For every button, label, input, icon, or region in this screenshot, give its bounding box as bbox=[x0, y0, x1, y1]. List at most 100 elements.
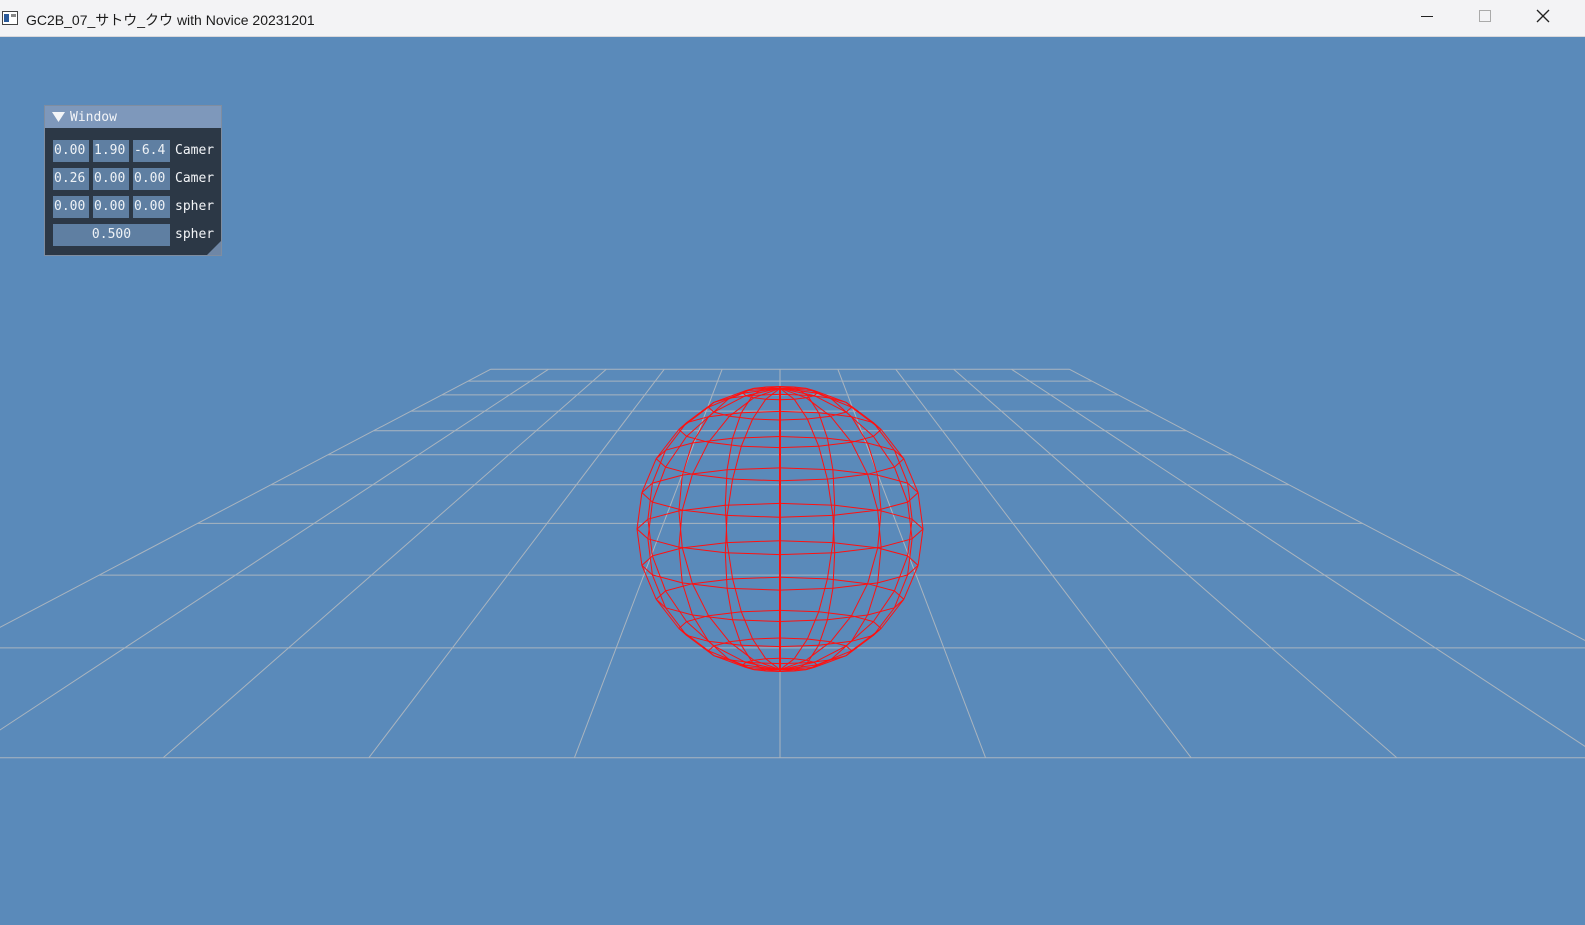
sphere-edge bbox=[729, 638, 753, 643]
sphere-edge bbox=[818, 441, 852, 447]
sphere-center-x-field[interactable]: 0.00 bbox=[53, 196, 89, 218]
sphere-edge bbox=[873, 607, 895, 636]
grid-line bbox=[368, 368, 665, 759]
grid-line bbox=[573, 369, 723, 758]
grid-line bbox=[162, 368, 607, 759]
sphere-edge bbox=[779, 540, 833, 544]
sphere-edge bbox=[877, 547, 908, 557]
sphere-edge bbox=[813, 662, 818, 666]
collapse-arrow-icon[interactable] bbox=[52, 112, 65, 122]
imgui-title-bar[interactable]: Window bbox=[45, 106, 221, 128]
sphere-edge bbox=[708, 611, 742, 617]
sphere-edge bbox=[708, 441, 742, 447]
camera-rotate-x-field[interactable]: 0.26 bbox=[53, 168, 89, 190]
sphere-edge bbox=[636, 528, 643, 566]
sphere-edge bbox=[877, 547, 882, 583]
grid-line bbox=[0, 368, 491, 628]
sphere-edge bbox=[652, 547, 683, 557]
sphere-radius-row: 0.500 spher bbox=[53, 224, 221, 246]
sphere-edge bbox=[779, 514, 833, 518]
sphere-edge bbox=[779, 398, 795, 401]
sphere-edge bbox=[665, 607, 693, 616]
sphere-edge bbox=[647, 502, 653, 539]
sphere-edge bbox=[834, 504, 882, 512]
sphere-edge bbox=[682, 509, 728, 516]
camera-translate-z-field[interactable]: -6.4 bbox=[133, 140, 170, 162]
sphere-edge bbox=[724, 552, 728, 589]
sphere-edge bbox=[867, 442, 895, 451]
sphere-center-z-field[interactable]: 0.00 bbox=[133, 196, 170, 218]
sphere-edge bbox=[665, 422, 687, 451]
sphere-edge bbox=[832, 509, 878, 516]
sphere-edge bbox=[681, 442, 693, 476]
title-bar: GC2B_07_サトウ_クウ with Novice 20231201 bbox=[0, 0, 1585, 37]
sphere-edge bbox=[867, 474, 879, 511]
sphere-edge bbox=[741, 644, 781, 648]
sphere-edge bbox=[665, 436, 688, 468]
sphere-center-y-field[interactable]: 0.00 bbox=[93, 196, 129, 218]
render-viewport[interactable]: Window 0.00 1.90 -6.4 Camer 0.26 0.00 0.… bbox=[0, 37, 1585, 925]
sphere-edge bbox=[911, 528, 924, 540]
close-button[interactable] bbox=[1514, 0, 1572, 36]
sphere-edge bbox=[665, 466, 693, 475]
sphere-edge bbox=[867, 607, 895, 616]
sphere-edge bbox=[652, 574, 683, 584]
minimize-button[interactable] bbox=[1398, 0, 1456, 36]
camera-translate-x-field[interactable]: 0.00 bbox=[53, 140, 89, 162]
sphere-edge bbox=[647, 510, 680, 520]
sphere-edge bbox=[740, 395, 754, 414]
sphere-edge bbox=[779, 670, 795, 672]
sphere-edge bbox=[826, 542, 834, 579]
sphere-edge bbox=[725, 502, 781, 506]
camera-rotate-z-field[interactable]: 0.00 bbox=[133, 168, 170, 190]
sphere-edge bbox=[779, 386, 795, 388]
sphere-edge bbox=[765, 386, 781, 388]
sphere-edge bbox=[726, 542, 734, 579]
imgui-window[interactable]: Window 0.00 1.90 -6.4 Camer 0.26 0.00 0.… bbox=[44, 105, 222, 256]
sphere-edge bbox=[732, 436, 781, 439]
sphere-edge bbox=[794, 397, 807, 400]
sphere-edge bbox=[903, 565, 919, 600]
grid-line bbox=[0, 368, 549, 731]
camera-rotate-y-field[interactable]: 0.00 bbox=[93, 168, 129, 190]
sphere-center-label: spher bbox=[175, 199, 215, 214]
sphere-edge bbox=[793, 398, 808, 420]
sphere-edge bbox=[740, 418, 754, 447]
sphere-edge bbox=[752, 637, 781, 640]
sphere-edge bbox=[681, 582, 693, 616]
sphere-edge bbox=[752, 662, 781, 665]
sphere-edge bbox=[845, 621, 874, 647]
sphere-edge bbox=[636, 518, 649, 530]
sphere-edge bbox=[741, 410, 781, 414]
sphere-edge bbox=[851, 583, 869, 616]
sphere-edge bbox=[727, 540, 781, 544]
sphere-edge bbox=[903, 458, 919, 493]
sphere-edge bbox=[867, 583, 895, 592]
sphere-edge bbox=[753, 397, 766, 400]
camera-translate-y-field[interactable]: 1.90 bbox=[93, 140, 129, 162]
sphere-edge bbox=[651, 555, 667, 592]
sphere-edge bbox=[682, 582, 728, 589]
sphere-edge bbox=[678, 547, 683, 583]
sphere-edge bbox=[807, 638, 831, 643]
sphere-edge bbox=[779, 662, 808, 665]
sphere-edge bbox=[691, 442, 709, 475]
close-icon bbox=[1536, 9, 1550, 28]
sphere-edge bbox=[907, 502, 913, 539]
scene-canvas bbox=[0, 368, 1585, 759]
sphere-edge bbox=[740, 611, 754, 640]
resize-grip-icon[interactable] bbox=[205, 239, 221, 255]
sphere-edge bbox=[911, 518, 924, 530]
maximize-icon bbox=[1479, 9, 1491, 27]
sphere-edge bbox=[779, 644, 819, 648]
sphere-edge bbox=[665, 583, 693, 592]
sphere-edge bbox=[681, 474, 693, 511]
sphere-edge bbox=[877, 501, 908, 511]
sphere-edge bbox=[729, 415, 753, 420]
sphere-radius-field[interactable]: 0.500 bbox=[53, 224, 170, 246]
app-icon bbox=[2, 11, 18, 25]
sphere-edge bbox=[877, 574, 908, 584]
sphere-edge bbox=[880, 598, 905, 629]
maximize-button[interactable] bbox=[1456, 0, 1514, 36]
window-title: GC2B_07_サトウ_クウ with Novice 20231201 bbox=[26, 12, 315, 28]
